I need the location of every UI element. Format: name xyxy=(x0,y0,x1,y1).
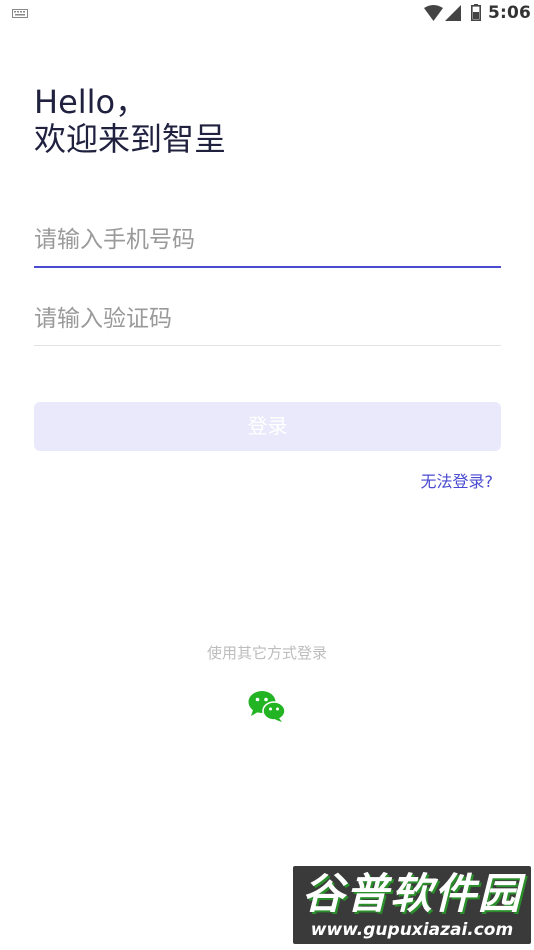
cannot-login-link[interactable]: 无法登录? xyxy=(421,468,494,492)
verification-code-input[interactable] xyxy=(34,292,501,345)
wechat-icon[interactable] xyxy=(248,690,286,722)
status-clock: 5:06 xyxy=(488,3,532,23)
phone-input[interactable] xyxy=(34,214,501,266)
wifi-icon xyxy=(424,5,443,21)
watermark-url: www.gupuxiazai.com xyxy=(310,920,514,940)
phone-field xyxy=(34,214,501,268)
greeting-hello: Hello， xyxy=(34,83,148,121)
login-button[interactable]: 登录 xyxy=(34,402,501,451)
status-bar: 5:06 xyxy=(0,0,534,28)
battery-icon xyxy=(471,4,481,21)
greeting-heading: Hello， 欢迎来到智呈 xyxy=(34,84,226,158)
greeting-welcome: 欢迎来到智呈 xyxy=(34,120,227,158)
watermark-logo: 谷普软件园 www.gupuxiazai.com xyxy=(293,866,531,944)
keyboard-icon xyxy=(12,9,28,18)
signal-icon xyxy=(445,5,461,21)
code-field xyxy=(34,292,501,346)
other-login-methods-label: 使用其它方式登录 xyxy=(206,644,327,662)
watermark-title: 谷普软件园 xyxy=(301,869,522,918)
